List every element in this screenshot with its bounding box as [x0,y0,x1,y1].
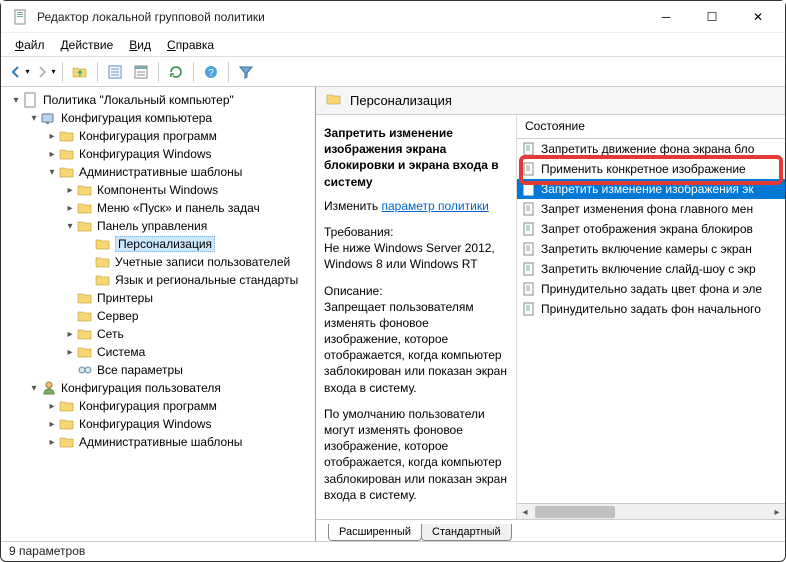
toolbar: ▾ ▾ ? [1,57,785,87]
policy-label: Запретить изменение изображения эк [541,182,754,196]
policy-item[interactable]: Запретить включение слайд-шоу с экр [517,259,785,279]
tree-item[interactable]: ▸Конфигурация Windows [45,145,313,163]
policy-label: Принудительно задать цвет фона и эле [541,282,762,296]
req-label: Требования: [324,224,508,240]
policy-icon [523,262,537,276]
tree-item[interactable]: Сервер [63,307,313,325]
scroll-left-arrow[interactable]: ◂ [517,504,533,519]
scroll-thumb[interactable] [535,506,615,518]
tree-item[interactable]: ▸Конфигурация программ [45,397,313,415]
description-pane: Запретить изменение изображения экрана б… [316,115,516,519]
policy-icon [523,142,537,156]
tree-item[interactable]: Принтеры [63,289,313,307]
maximize-button[interactable]: ☐ [689,2,735,32]
menu-file[interactable]: ФФайлайл [9,36,51,54]
policy-label: Запретить включение слайд-шоу с экр [541,262,756,276]
view-tabs: Расширенный Стандартный [316,519,785,541]
policy-label: Запрет отображения экрана блокиров [541,222,753,236]
menubar: ФФайлайл ДействиеДействие ВидВид Справка… [1,33,785,57]
tree-personalization[interactable]: Персонализация [81,235,313,253]
filter-button[interactable] [234,60,258,84]
tree-all-params[interactable]: Все параметры [63,361,313,379]
right-pane: Персонализация Запретить изменение изобр… [316,87,785,541]
panel-heading-text: Персонализация [350,93,452,108]
policy-label: Запретить включение камеры с экран [541,242,752,256]
policy-item[interactable]: Запретить изменение изображения эк [517,179,785,199]
policy-icon [523,302,537,316]
policy-item[interactable]: Запретить движение фона экрана бло [517,139,785,159]
menu-help[interactable]: СправкаСправка [161,36,220,54]
tree-item[interactable]: ▸Административные шаблоны [45,433,313,451]
setting-title: Запретить изменение изображения экрана б… [324,125,508,190]
tree-item[interactable]: ▸Сеть [63,325,313,343]
window-title: Редактор локальной групповой политики [37,10,643,24]
desc-text-2: По умолчанию пользователи могут изменять… [324,406,508,503]
desc-label: Описание: [324,283,508,299]
tree-admin-templates[interactable]: ▾Административные шаблоны [45,163,313,181]
policy-icon [523,282,537,296]
policy-item[interactable]: Запретить включение камеры с экран [517,239,785,259]
policy-icon [523,202,537,216]
svg-text:?: ? [208,68,214,79]
close-button[interactable]: ✕ [735,2,781,32]
settings-list[interactable]: Состояние Запретить движение фона экрана… [516,115,785,519]
forward-button[interactable]: ▾ [33,60,57,84]
policy-item[interactable]: Принудительно задать цвет фона и эле [517,279,785,299]
tree-control-panel[interactable]: ▾Панель управления [63,217,313,235]
menu-view[interactable]: ВидВид [123,36,157,54]
policy-item[interactable]: Запрет изменения фона главного мен [517,199,785,219]
policy-icon [523,162,537,176]
list-view-button[interactable] [103,60,127,84]
help-button[interactable]: ? [199,60,223,84]
menu-action[interactable]: ДействиеДействие [55,36,120,54]
edit-policy-link[interactable]: параметр политики [381,199,488,213]
req-text: Не ниже Windows Server 2012, Windows 8 и… [324,240,508,272]
policy-label: Принудительно задать фон начального [541,302,761,316]
tree-item[interactable]: Язык и региональные стандарты [81,271,313,289]
tree-item[interactable]: ▸Система [63,343,313,361]
tree-item[interactable]: ▸Конфигурация программ [45,127,313,145]
tree-item[interactable]: ▸Меню «Пуск» и панель задач [63,199,313,217]
back-button[interactable]: ▾ [7,60,31,84]
column-header-state[interactable]: Состояние [517,115,785,139]
tree-item[interactable]: ▸Конфигурация Windows [45,415,313,433]
policy-item[interactable]: Запрет отображения экрана блокиров [517,219,785,239]
tab-extended[interactable]: Расширенный [328,524,422,541]
desc-text-1: Запрещает пользователям изменять фоновое… [324,299,508,396]
policy-label: Запретить движение фона экрана бло [541,142,754,156]
policy-label: Применить конкретное изображение [541,162,746,176]
tree-pane[interactable]: ▾Политика "Локальный компьютер" ▾Конфигу… [1,87,316,541]
minimize-button[interactable]: ─ [643,2,689,32]
policy-icon [523,222,537,236]
policy-item[interactable]: Принудительно задать фон начального [517,299,785,319]
tree-root[interactable]: ▾Политика "Локальный компьютер" [9,91,313,109]
properties-button[interactable] [129,60,153,84]
app-icon [13,9,29,25]
status-bar: 9 параметров [1,541,785,561]
status-text: 9 параметров [9,544,85,558]
tree-item[interactable]: ▸Компоненты Windows [63,181,313,199]
policy-item[interactable]: Применить конкретное изображение [517,159,785,179]
policy-icon [523,242,537,256]
panel-heading: Персонализация [316,87,785,115]
tree-computer-config[interactable]: ▾Конфигурация компьютера [27,109,313,127]
scroll-right-arrow[interactable]: ▸ [769,504,785,519]
folder-icon [326,91,342,110]
refresh-button[interactable] [164,60,188,84]
tree-item[interactable]: Учетные записи пользователей [81,253,313,271]
policy-label: Запрет изменения фона главного мен [541,202,753,216]
horizontal-scrollbar[interactable]: ◂ ▸ [517,503,785,519]
titlebar: Редактор локальной групповой политики ─ … [1,1,785,33]
tab-standard[interactable]: Стандартный [421,524,512,541]
up-button[interactable] [68,60,92,84]
policy-icon [523,182,537,196]
tree-user-config[interactable]: ▾Конфигурация пользователя [27,379,313,397]
